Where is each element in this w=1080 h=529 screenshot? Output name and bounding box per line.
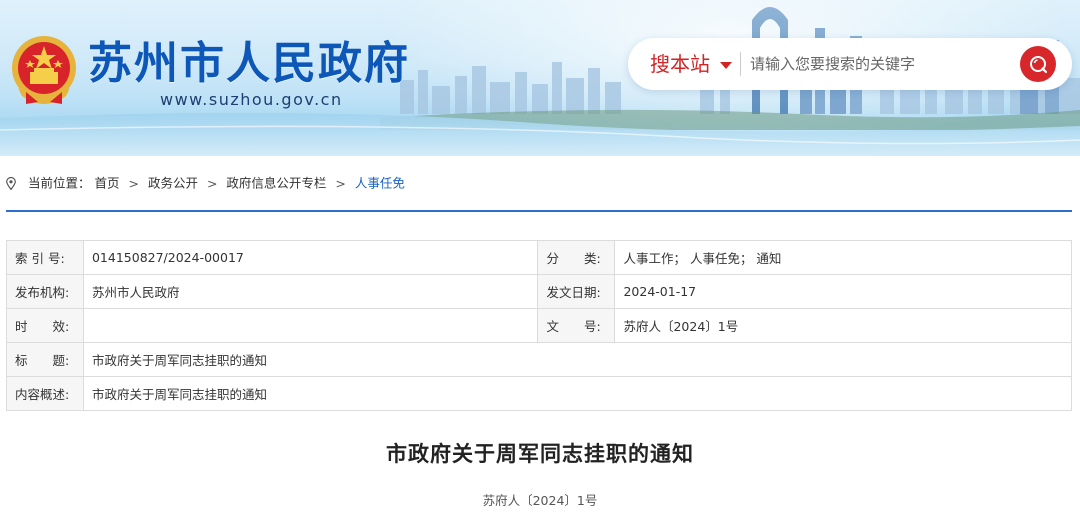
search-input[interactable]: [750, 50, 1012, 78]
breadcrumb-personnel[interactable]: 人事任免: [355, 176, 405, 191]
site-url[interactable]: www.suzhou.gov.cn: [160, 90, 343, 109]
search-box: 搜本站: [628, 38, 1072, 90]
breadcrumb-separator: >: [335, 175, 346, 191]
caret-down-icon: [720, 62, 732, 69]
search-button[interactable]: [1020, 46, 1056, 82]
category-value: 人事工作； 人事任免； 通知: [614, 240, 1072, 275]
validity-value: [82, 308, 539, 343]
index-value: 014150827/2024-00017: [82, 240, 539, 275]
breadcrumb-home[interactable]: 首页: [94, 176, 119, 191]
summary-value: 市政府关于周军同志挂职的通知: [82, 376, 1073, 411]
doc-number-value: 苏府人〔2024〕1号: [614, 308, 1072, 343]
date-label: 发文日期:: [537, 274, 616, 309]
table-row: 时 效: 文 号: 苏府人〔2024〕1号: [6, 308, 1072, 343]
search-divider: [740, 52, 741, 76]
table-row: 索 引 号: 014150827/2024-00017 分 类: 人事工作； 人…: [6, 240, 1072, 275]
search-scope-dropdown[interactable]: 搜本站: [650, 50, 732, 78]
index-label: 索 引 号:: [6, 240, 84, 275]
publisher-label: 发布机构:: [6, 274, 84, 309]
category-label: 分 类:: [537, 240, 616, 275]
table-row: 内容概述: 市政府关于周军同志挂职的通知: [6, 376, 1073, 411]
article-title: 市政府关于周军同志挂职的通知: [386, 442, 694, 466]
document-info-table: 索 引 号: 014150827/2024-00017 分 类: 人事工作； 人…: [6, 240, 1073, 411]
search-icon: [1030, 56, 1048, 74]
doc-number-label: 文 号:: [537, 308, 616, 343]
breadcrumb-separator: >: [206, 175, 218, 191]
search-scope-label: 搜本站: [650, 52, 710, 76]
breadcrumb-divider: [6, 210, 1072, 212]
validity-label: 时 效:: [6, 308, 84, 343]
date-value: 2024-01-17: [614, 274, 1072, 309]
national-emblem-icon: [12, 36, 76, 104]
publisher-value: 苏州市人民政府: [82, 274, 539, 309]
breadcrumb-gov-affairs[interactable]: 政务公开: [148, 176, 198, 191]
breadcrumb: 当前位置： 首页 > 政务公开 > 政府信息公开专栏 > 人事任免: [6, 172, 405, 194]
article-doc-number: 苏府人〔2024〕1号: [482, 493, 598, 508]
breadcrumb-info-disclosure[interactable]: 政府信息公开专栏: [226, 176, 326, 191]
breadcrumb-separator: >: [128, 175, 139, 191]
summary-label: 内容概述:: [6, 376, 84, 411]
table-row: 发布机构: 苏州市人民政府 发文日期: 2024-01-17: [6, 274, 1072, 309]
site-banner: 苏州市人民政府 www.suzhou.gov.cn 搜本站: [0, 0, 1080, 156]
title-label: 标 题:: [6, 342, 84, 377]
table-row: 标 题: 市政府关于周军同志挂职的通知: [6, 342, 1073, 377]
site-title[interactable]: 苏州市人民政府: [88, 38, 410, 90]
location-pin-icon: [6, 177, 16, 190]
title-value: 市政府关于周军同志挂职的通知: [82, 342, 1073, 377]
breadcrumb-prefix: 当前位置：: [27, 175, 91, 191]
